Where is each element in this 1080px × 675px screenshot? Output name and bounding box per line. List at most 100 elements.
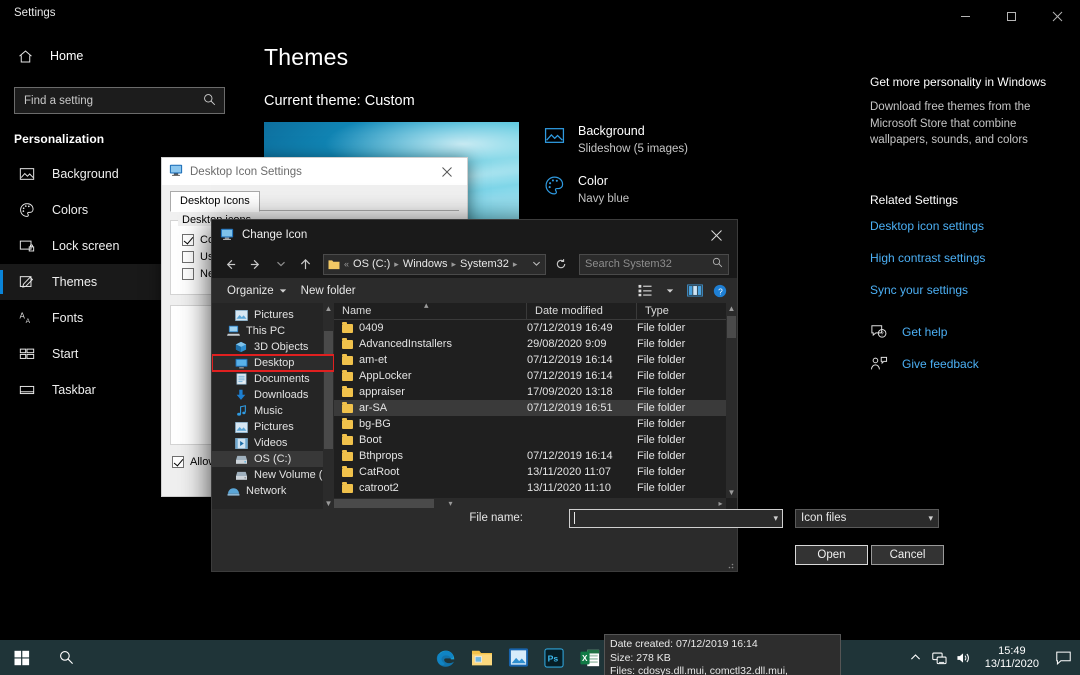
search-input[interactable]: Search System32 — [585, 258, 712, 270]
help-icon[interactable]: ? — [709, 281, 731, 301]
search-icon[interactable] — [203, 93, 216, 111]
table-row[interactable]: bg-BG File folder — [334, 416, 737, 432]
link-sync-your-settings[interactable]: Sync your settings — [870, 283, 1080, 297]
settings-titlebar[interactable]: Settings — [0, 0, 1080, 32]
horizontal-scrollbar-thumb[interactable] — [334, 499, 434, 508]
table-row[interactable]: 0409 07/12/2019 16:49 File folder — [334, 320, 737, 336]
get-help-row[interactable]: ? Get help — [870, 323, 1080, 341]
sidebar-item-home[interactable]: Home — [0, 37, 240, 75]
tree-item-3d-objects[interactable]: 3D Objects — [212, 339, 334, 355]
tree-item-music[interactable]: Music — [212, 403, 334, 419]
recent-locations-button[interactable] — [270, 254, 291, 275]
tree-scrollbar[interactable]: ▲ ▼ — [323, 303, 334, 509]
scroll-left-icon[interactable]: ▾ — [445, 498, 456, 509]
tree-item-documents[interactable]: Documents — [212, 371, 334, 387]
taskbar-app-microsoft-edge[interactable] — [428, 640, 464, 675]
breadcrumb-dropdown[interactable] — [531, 259, 542, 270]
taskbar-clock[interactable]: 15:49 13/11/2020 — [976, 645, 1048, 671]
table-row[interactable]: Boot File folder — [334, 432, 737, 448]
up-button[interactable] — [295, 254, 316, 275]
breadcrumb-part-windows[interactable]: Windows — [403, 258, 448, 270]
scroll-up-icon[interactable]: ▲ — [323, 303, 334, 314]
maximize-button[interactable] — [988, 0, 1034, 32]
forward-button[interactable] — [245, 254, 266, 275]
cancel-button[interactable]: Cancel — [871, 545, 944, 565]
tree-item-new-volume-e[interactable]: New Volume (E:) — [212, 467, 334, 483]
tree-item-videos[interactable]: Videos — [212, 435, 334, 451]
breadcrumb-part-system32[interactable]: System32 — [460, 258, 509, 270]
tree-item-pictures-2[interactable]: Pictures — [212, 419, 334, 435]
breadcrumb-separator[interactable]: ▸ — [393, 259, 400, 270]
vertical-scrollbar-thumb[interactable] — [727, 316, 736, 338]
tab-desktop-icons[interactable]: Desktop Icons — [170, 191, 260, 212]
scroll-down-icon[interactable]: ▼ — [323, 498, 334, 509]
file-type-filter-dropdown[interactable]: Icon files ▾ — [795, 508, 939, 528]
change-icon-close-button[interactable] — [695, 220, 737, 250]
taskbar-search-button[interactable] — [44, 640, 88, 675]
desktop-icon-settings-close-button[interactable] — [427, 158, 467, 185]
scroll-up-icon[interactable]: ▲ — [726, 303, 737, 314]
minimize-button[interactable] — [942, 0, 988, 32]
table-row[interactable]: CatRoot 13/11/2020 11:07 File folder — [334, 464, 737, 480]
table-row[interactable]: AdvancedInstallers 29/08/2020 9:09 File fo… — [334, 336, 737, 352]
breadcrumb-separator[interactable]: ▸ — [512, 259, 519, 270]
start-button[interactable] — [0, 640, 44, 675]
new-folder-button[interactable]: New folder — [294, 282, 363, 300]
taskbar-app-file-explorer[interactable] — [464, 640, 500, 675]
column-header-type[interactable]: Type — [637, 303, 717, 319]
tree-item-this-pc[interactable]: This PC — [212, 323, 334, 339]
table-row[interactable]: am-et 07/12/2019 16:14 File folder — [334, 352, 737, 368]
search-container[interactable]: Search System32 — [579, 253, 729, 275]
view-dropdown-caret[interactable] — [659, 281, 681, 301]
table-row[interactable]: appraiser 17/09/2020 13:18 File folder — [334, 384, 737, 400]
search-input[interactable] — [14, 87, 225, 114]
tree-item-downloads[interactable]: Downloads — [212, 387, 334, 403]
chevron-down-icon[interactable]: ▾ — [773, 513, 778, 524]
resize-grip-icon[interactable] — [725, 560, 735, 570]
link-desktop-icon-settings[interactable]: Desktop icon settings — [870, 219, 1080, 233]
file-name-input[interactable]: ▾ — [569, 508, 783, 528]
show-hidden-icons-chevron[interactable] — [904, 640, 928, 675]
give-feedback-row[interactable]: Give feedback — [870, 355, 1080, 373]
file-list-vertical-scrollbar[interactable]: ▲ ▼ — [726, 303, 737, 498]
table-row[interactable]: catroot2 13/11/2020 11:10 File folder — [334, 480, 737, 496]
scroll-down-icon[interactable]: ▼ — [726, 487, 737, 498]
refresh-button[interactable] — [550, 254, 571, 275]
breadcrumb-overflow[interactable]: « — [343, 259, 350, 269]
tree-scrollbar-thumb[interactable] — [324, 331, 333, 449]
view-layout-icon[interactable] — [634, 281, 656, 301]
tree-item-network[interactable]: Network — [212, 483, 334, 499]
scroll-right-icon[interactable]: ▸ — [715, 498, 726, 509]
breadcrumb-part-os[interactable]: OS (C:) — [353, 258, 390, 270]
chevron-down-icon[interactable]: ▾ — [928, 513, 933, 524]
back-button[interactable] — [220, 254, 241, 275]
tree-item-pictures[interactable]: Pictures — [212, 307, 334, 323]
checkbox-network[interactable] — [182, 268, 194, 280]
checkbox-allow-themes[interactable] — [172, 456, 184, 468]
file-list-horizontal-scrollbar[interactable]: ▸ — [334, 498, 726, 509]
taskbar-app-photoshop[interactable]: Ps — [536, 640, 572, 675]
tree-item-desktop[interactable]: Desktop — [212, 354, 334, 372]
theme-option-background[interactable]: Background Slideshow (5 images) — [543, 124, 688, 157]
table-row[interactable]: Bthprops 07/12/2019 16:14 File folder — [334, 448, 737, 464]
table-row[interactable]: ar-SA 07/12/2019 16:51 File folder — [334, 400, 737, 416]
breadcrumb[interactable]: « OS (C:) ▸ Windows ▸ System32 ▸ — [323, 253, 546, 275]
checkbox-computer[interactable] — [182, 234, 194, 246]
organize-button[interactable]: Organize — [220, 282, 294, 300]
link-high-contrast-settings[interactable]: High contrast settings — [870, 251, 1080, 265]
taskbar-app-photos[interactable] — [500, 640, 536, 675]
preview-pane-icon[interactable] — [684, 281, 706, 301]
column-header-date-modified[interactable]: Date modified — [527, 303, 637, 319]
open-button[interactable]: Open — [795, 545, 868, 565]
taskbar-app-excel[interactable]: X — [572, 640, 608, 675]
volume-icon[interactable] — [952, 640, 976, 675]
theme-option-color[interactable]: Color Navy blue — [543, 174, 688, 207]
close-button[interactable] — [1034, 0, 1080, 32]
breadcrumb-separator[interactable]: ▸ — [450, 259, 457, 270]
desktop-icon-settings-titlebar[interactable]: Desktop Icon Settings — [162, 158, 467, 185]
action-center-button[interactable] — [1048, 640, 1078, 675]
tree-item-os-c[interactable]: OS (C:) — [212, 451, 334, 467]
network-icon[interactable] — [928, 640, 952, 675]
table-row[interactable]: AppLocker 07/12/2019 16:14 File folder — [334, 368, 737, 384]
change-icon-titlebar[interactable]: Change Icon — [212, 220, 737, 250]
